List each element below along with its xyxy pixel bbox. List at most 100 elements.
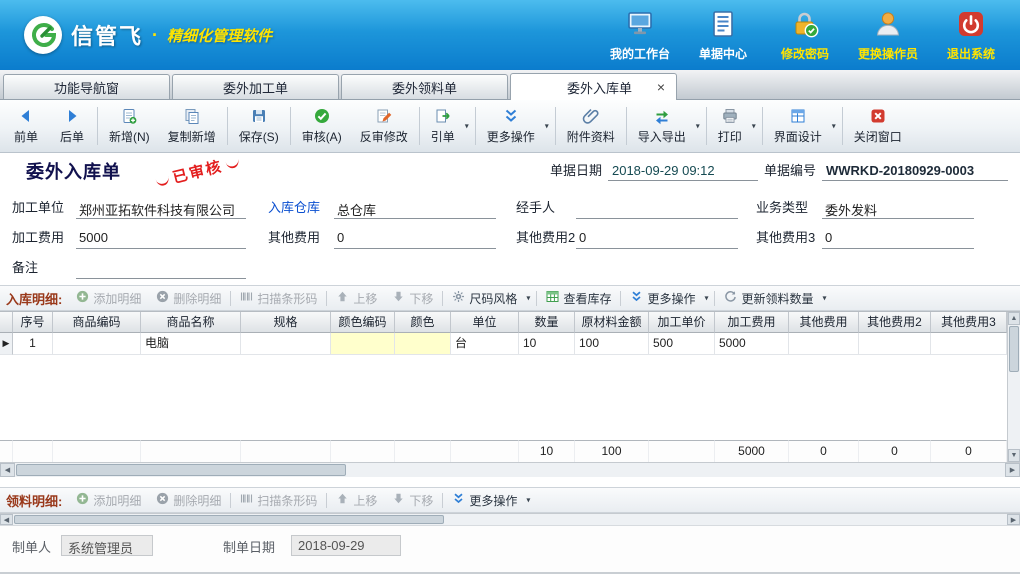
pull-doc-button[interactable]: 引单 ▾ bbox=[422, 103, 473, 149]
dropdown-caret-icon[interactable]: ▾ bbox=[526, 294, 530, 303]
grid-horizontal-scrollbar[interactable]: ◀ ▶ bbox=[0, 462, 1020, 477]
tab-outsource-inbound[interactable]: 委外入库单 × bbox=[510, 73, 677, 100]
grid-data-row[interactable]: ▶1 电脑 台101005005000 bbox=[0, 333, 1007, 355]
attachments-button[interactable]: 附件资料 bbox=[558, 103, 624, 149]
view-stock-button[interactable]: 查看库存 bbox=[540, 288, 617, 309]
vscroll-track[interactable] bbox=[1008, 373, 1020, 449]
grid-cell[interactable]: 10 bbox=[519, 333, 575, 355]
tab-outsource-requisition[interactable]: 委外领料单 bbox=[341, 74, 508, 99]
column-header[interactable]: 颜色编码 bbox=[331, 312, 395, 333]
scan-barcode-button[interactable]: 扫描条形码 bbox=[234, 288, 323, 309]
other-cost3-field[interactable]: 0 bbox=[822, 228, 974, 249]
vscroll-thumb[interactable] bbox=[1009, 326, 1019, 372]
add-detail-button[interactable]: 添加明细 bbox=[70, 288, 147, 309]
nav-document-center[interactable]: 单据中心 bbox=[694, 9, 752, 62]
nav-my-workspace[interactable]: 我的工作台 bbox=[610, 9, 670, 62]
save-button[interactable]: 保存(S) bbox=[230, 103, 288, 149]
column-header[interactable]: 商品名称 bbox=[141, 312, 241, 333]
copy-new-button[interactable]: 复制新增 bbox=[159, 103, 225, 149]
dropdown-caret-icon[interactable]: ▾ bbox=[752, 122, 756, 131]
hscroll-track[interactable] bbox=[347, 463, 1005, 477]
dropdown-caret-icon[interactable]: ▾ bbox=[696, 122, 700, 131]
grid-cell[interactable] bbox=[53, 333, 141, 355]
processing-unit-field[interactable]: 郑州亚拓软件科技有限公司 bbox=[76, 198, 246, 219]
delete-detail-button[interactable]: 删除明细 bbox=[150, 490, 227, 511]
material-grid-horizontal-scrollbar[interactable]: ◀ ▶ bbox=[0, 513, 1020, 526]
move-down-button[interactable]: 下移 bbox=[386, 490, 439, 511]
close-window-button[interactable]: 关闭窗口 bbox=[845, 103, 911, 149]
audit-button[interactable]: 审核(A) bbox=[293, 103, 351, 149]
update-requisition-qty-button[interactable]: 更新领料数量 ▾ bbox=[718, 288, 829, 309]
grid-cell[interactable]: 1 bbox=[13, 333, 53, 355]
nav-exit-system[interactable]: 退出系统 bbox=[942, 9, 1000, 62]
hscroll-thumb[interactable] bbox=[14, 515, 444, 524]
grid-cell[interactable]: 100 bbox=[575, 333, 649, 355]
next-doc-button[interactable]: 后单 bbox=[49, 103, 95, 149]
column-header[interactable]: 其他费用3 bbox=[931, 312, 1007, 333]
hscroll-track[interactable] bbox=[445, 514, 1007, 525]
column-header[interactable]: 其他费用2 bbox=[859, 312, 931, 333]
entry-more-actions-button[interactable]: 更多操作 ▾ bbox=[624, 288, 711, 309]
column-header[interactable]: 原材料金额 bbox=[575, 312, 649, 333]
column-header[interactable]: 规格 bbox=[241, 312, 331, 333]
dropdown-caret-icon[interactable]: ▾ bbox=[545, 122, 549, 131]
dropdown-caret-icon[interactable]: ▾ bbox=[832, 122, 836, 131]
column-header[interactable]: 数量 bbox=[519, 312, 575, 333]
new-button[interactable]: 新增(N) bbox=[100, 103, 159, 149]
scroll-left-button[interactable]: ◀ bbox=[0, 514, 13, 525]
prev-doc-button[interactable]: 前单 bbox=[3, 103, 49, 149]
size-style-button[interactable]: 尺码风格 ▾ bbox=[446, 288, 533, 309]
grid-cell[interactable]: 台 bbox=[451, 333, 519, 355]
scan-barcode-button[interactable]: 扫描条形码 bbox=[234, 490, 323, 511]
column-header[interactable]: 颜色 bbox=[395, 312, 451, 333]
dropdown-caret-icon[interactable]: ▾ bbox=[822, 294, 826, 303]
nav-switch-operator[interactable]: 更换操作员 bbox=[858, 9, 918, 62]
doc-number-field[interactable]: WWRKD-20180929-0003 bbox=[822, 162, 1008, 181]
other-cost2-field[interactable]: 0 bbox=[576, 228, 738, 249]
dropdown-caret-icon[interactable]: ▾ bbox=[465, 122, 469, 131]
column-header[interactable]: 单位 bbox=[451, 312, 519, 333]
handler-field[interactable] bbox=[576, 198, 738, 219]
remark-field[interactable] bbox=[76, 258, 246, 279]
scroll-left-button[interactable]: ◀ bbox=[0, 463, 15, 477]
column-header[interactable]: 加工单价 bbox=[649, 312, 715, 333]
hscroll-thumb[interactable] bbox=[16, 464, 346, 476]
move-up-button[interactable]: 上移 bbox=[330, 288, 383, 309]
column-header[interactable]: 商品编码 bbox=[53, 312, 141, 333]
grid-cell[interactable] bbox=[931, 333, 1007, 355]
scroll-right-button[interactable]: ▶ bbox=[1005, 463, 1020, 477]
grid-cell[interactable]: 500 bbox=[649, 333, 715, 355]
grid-cell[interactable] bbox=[859, 333, 931, 355]
dropdown-caret-icon[interactable]: ▾ bbox=[704, 294, 708, 303]
scroll-down-button[interactable]: ▼ bbox=[1008, 449, 1020, 462]
column-header[interactable]: 其他费用 bbox=[789, 312, 859, 333]
import-export-button[interactable]: 导入导出 ▾ bbox=[629, 103, 704, 149]
business-type-field[interactable]: 委外发料 bbox=[822, 198, 974, 219]
more-actions-button[interactable]: 更多操作 ▾ bbox=[478, 103, 553, 149]
material-more-actions-button[interactable]: 更多操作 ▾ bbox=[446, 490, 533, 511]
column-header[interactable]: 序号 bbox=[13, 312, 53, 333]
warehouse-field[interactable]: 总仓库 bbox=[334, 198, 496, 219]
grid-cell[interactable]: 5000 bbox=[715, 333, 789, 355]
ui-design-button[interactable]: 界面设计 ▾ bbox=[765, 103, 840, 149]
dropdown-caret-icon[interactable]: ▾ bbox=[526, 496, 530, 505]
processing-cost-field[interactable]: 5000 bbox=[76, 228, 246, 249]
doc-date-field[interactable]: 2018-09-29 09:12 bbox=[608, 162, 758, 181]
nav-change-password[interactable]: 修改密码 bbox=[776, 9, 834, 62]
tab-close-icon[interactable]: × bbox=[654, 79, 668, 95]
delete-detail-button[interactable]: 删除明细 bbox=[150, 288, 227, 309]
print-button[interactable]: 打印 ▾ bbox=[709, 103, 760, 149]
grid-cell[interactable]: 电脑 bbox=[141, 333, 241, 355]
column-header[interactable]: 加工费用 bbox=[715, 312, 789, 333]
grid-cell[interactable] bbox=[241, 333, 331, 355]
reverse-audit-button[interactable]: 反审修改 bbox=[351, 103, 417, 149]
grid-cell[interactable] bbox=[395, 333, 451, 355]
grid-cell[interactable] bbox=[789, 333, 859, 355]
move-down-button[interactable]: 下移 bbox=[386, 288, 439, 309]
move-up-button[interactable]: 上移 bbox=[330, 490, 383, 511]
scroll-right-button[interactable]: ▶ bbox=[1007, 514, 1020, 525]
tab-function-nav[interactable]: 功能导航窗 bbox=[3, 74, 170, 99]
tab-outsource-processing[interactable]: 委外加工单 bbox=[172, 74, 339, 99]
row-selector-marker[interactable]: ▶ bbox=[0, 333, 13, 355]
scroll-up-button[interactable]: ▲ bbox=[1008, 312, 1020, 325]
